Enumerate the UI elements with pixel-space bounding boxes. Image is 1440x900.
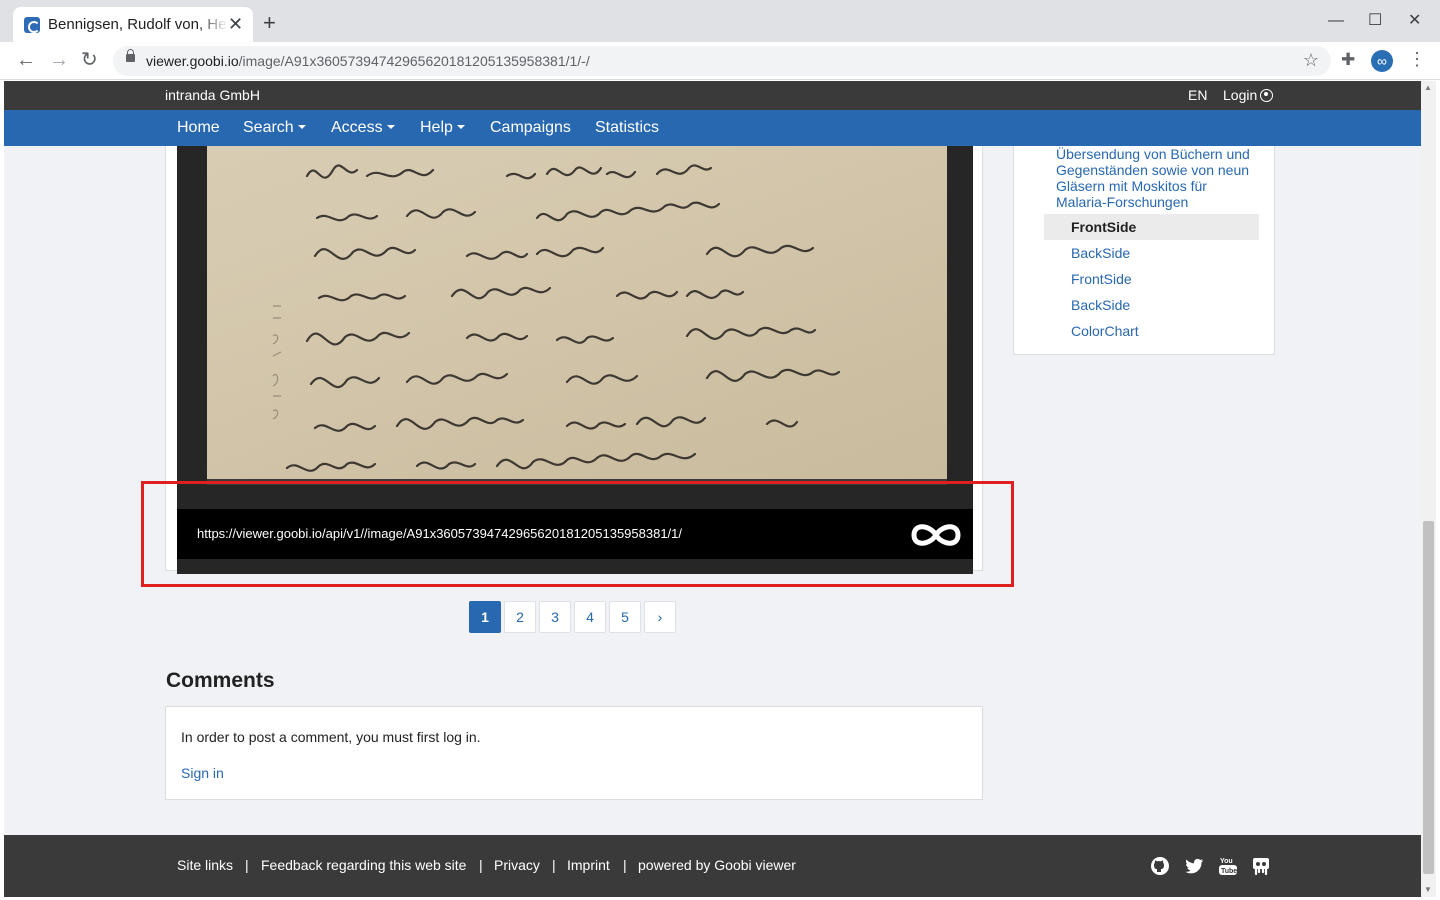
nav-statistics-label: Statistics [595, 119, 660, 136]
page-3-button[interactable]: 3 [539, 601, 571, 633]
toc-item-backside[interactable]: BackSide [1044, 240, 1259, 266]
nav-search[interactable]: Search [243, 119, 306, 137]
close-window-button[interactable]: ✕ [1408, 12, 1421, 30]
handwritten-letter-image [207, 146, 947, 479]
footer-feedback-link[interactable]: Feedback regarding this web site [261, 857, 466, 873]
browser-toolbar: ← → ↻ viewer.goobi.io/image/A91x36057394… [0, 42, 1440, 80]
next-page-button[interactable]: › [644, 601, 676, 633]
nav-help[interactable]: Help [420, 119, 465, 137]
footer-privacy-link[interactable]: Privacy [494, 857, 540, 873]
twitter-icon[interactable] [1184, 856, 1204, 876]
new-tab-button[interactable]: + [263, 12, 276, 34]
lock-icon [126, 49, 135, 62]
address-bar[interactable]: viewer.goobi.io/image/A91x36057394742965… [113, 46, 1331, 76]
toc-item-frontside[interactable]: FrontSide [1044, 214, 1259, 240]
scrollbar-thumb[interactable] [1423, 521, 1434, 874]
back-arrow-icon[interactable]: ← [16, 50, 36, 70]
nav-campaigns[interactable]: Campaigns [490, 119, 571, 137]
browser-tab[interactable]: Bennigsen, Rudolf von, Heinrich ✕ [13, 7, 253, 42]
url-host: viewer.goobi.io [146, 53, 239, 69]
browser-menu-icon[interactable]: ⋮ [1408, 49, 1426, 70]
nav-search-label: Search [243, 119, 294, 136]
footer-separator: | [245, 857, 249, 873]
login-link[interactable]: Login [1223, 87, 1274, 103]
nav-statistics[interactable]: Statistics [595, 119, 659, 137]
browser-tab-bar: Bennigsen, Rudolf von, Heinrich ✕ + — ☐ … [0, 0, 1440, 42]
footer-separator: | [623, 857, 627, 873]
toc-item-frontside[interactable]: FrontSide [1044, 266, 1259, 292]
nav-help-label: Help [420, 119, 453, 136]
reload-icon[interactable]: ↻ [81, 50, 98, 70]
url-path: /image/A91x36057394742965620181205135958… [238, 53, 590, 69]
footer-imprint-link[interactable]: Imprint [567, 857, 610, 873]
web-page: intranda GmbH EN Login Home Search Acces… [4, 81, 1421, 897]
comments-panel: In order to post a comment, you must fir… [165, 706, 983, 800]
youtube-icon[interactable]: You Tube [1218, 856, 1238, 876]
bookmark-star-icon[interactable]: ☆ [1303, 50, 1319, 71]
goobi-favicon-icon [24, 17, 40, 33]
nav-campaigns-label: Campaigns [490, 119, 571, 136]
toc-parent-item[interactable]: Übersendung von Büchern und Gegenständen… [1056, 146, 1261, 210]
tab-close-icon[interactable]: ✕ [228, 15, 243, 33]
toc-item-colorchart[interactable]: ColorChart [1044, 318, 1259, 344]
scroll-down-icon[interactable]: ▼ [1424, 885, 1432, 894]
profile-avatar-icon[interactable]: ∞ [1371, 50, 1393, 72]
table-of-contents: Übersendung von Büchern und Gegenständen… [1013, 146, 1275, 355]
comments-heading: Comments [166, 669, 275, 692]
page-1-button[interactable]: 1 [469, 601, 501, 633]
scroll-up-icon[interactable]: ▲ [1424, 83, 1432, 92]
footer-separator: | [479, 857, 483, 873]
github-icon[interactable] [1150, 856, 1170, 876]
svg-text:You: You [1220, 858, 1233, 865]
extensions-puzzle-icon[interactable]: ✚ [1341, 51, 1355, 69]
minimize-button[interactable]: — [1328, 12, 1344, 30]
nav-access-label: Access [331, 119, 383, 136]
forward-arrow-icon[interactable]: → [49, 50, 69, 70]
svg-text:Tube: Tube [1221, 868, 1237, 875]
caret-down-icon [386, 125, 395, 129]
nav-access[interactable]: Access [331, 119, 395, 137]
login-label: Login [1223, 87, 1258, 103]
url-text: viewer.goobi.io/image/A91x36057394742965… [146, 53, 590, 69]
page-4-button[interactable]: 4 [574, 601, 606, 633]
tab-title: Bennigsen, Rudolf von, Heinrich [48, 16, 228, 33]
main-navigation: Home Search Access Help Campaigns Statis… [4, 110, 1421, 146]
language-switcher[interactable]: EN [1188, 87, 1207, 103]
nav-home-label: Home [177, 119, 220, 136]
site-footer: Site links | Feedback regarding this web… [4, 835, 1421, 897]
toc-item-backside[interactable]: BackSide [1044, 292, 1259, 318]
footer-separator: | [552, 857, 556, 873]
footer-powered-by-link[interactable]: powered by Goobi viewer [638, 857, 796, 873]
page-scrollbar[interactable]: ▲ ▼ [1421, 81, 1436, 897]
user-circle-icon [1260, 89, 1274, 102]
comments-login-message: In order to post a comment, you must fir… [181, 729, 481, 745]
handwriting-strokes [272, 164, 841, 472]
top-bar: intranda GmbH EN Login [4, 81, 1421, 110]
highlight-box [141, 481, 1014, 587]
caret-down-icon [456, 125, 465, 129]
nav-home[interactable]: Home [177, 119, 220, 137]
slideshare-icon[interactable] [1251, 856, 1271, 876]
sign-in-link[interactable]: Sign in [181, 765, 224, 781]
maximize-button[interactable]: ☐ [1368, 12, 1382, 30]
page-5-button[interactable]: 5 [609, 601, 641, 633]
footer-site-links[interactable]: Site links [177, 857, 233, 873]
caret-down-icon [297, 125, 306, 129]
page-2-button[interactable]: 2 [504, 601, 536, 633]
brand-name[interactable]: intranda GmbH [165, 87, 260, 103]
